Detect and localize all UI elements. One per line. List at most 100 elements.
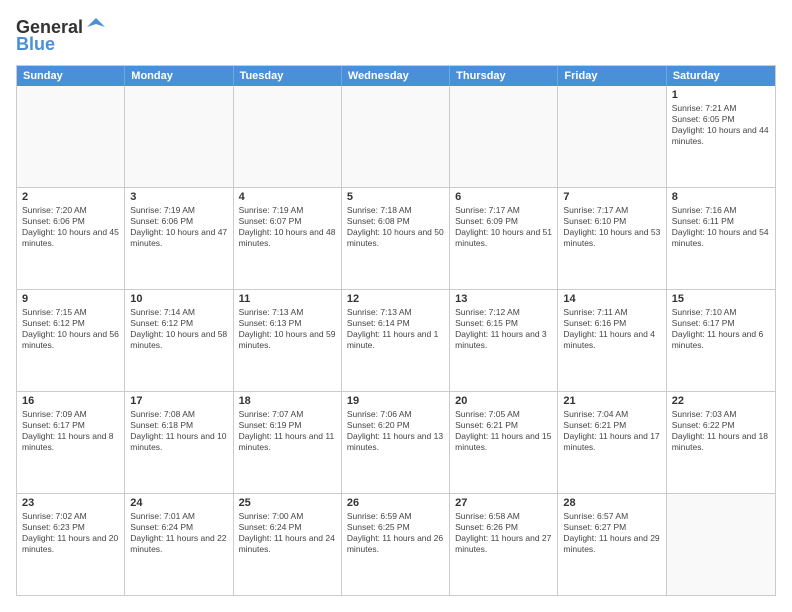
cal-header-friday: Friday <box>558 66 666 86</box>
cal-cell <box>342 86 450 187</box>
cal-cell: 16 Sunrise: 7:09 AM Sunset: 6:17 PM Dayli… <box>17 392 125 493</box>
calendar-header: SundayMondayTuesdayWednesdayThursdayFrid… <box>17 66 775 86</box>
day-info: Sunrise: 6:58 AM Sunset: 6:26 PM Dayligh… <box>455 511 552 555</box>
day-number: 13 <box>455 293 552 305</box>
cal-cell: 5 Sunrise: 7:18 AM Sunset: 6:08 PM Daylig… <box>342 188 450 289</box>
calendar-body: 1 Sunrise: 7:21 AM Sunset: 6:05 PM Daylig… <box>17 86 775 595</box>
day-info: Sunrise: 7:20 AM Sunset: 6:06 PM Dayligh… <box>22 205 119 249</box>
cal-week-3: 16 Sunrise: 7:09 AM Sunset: 6:17 PM Dayli… <box>17 391 775 493</box>
day-number: 7 <box>563 191 660 203</box>
cal-week-0: 1 Sunrise: 7:21 AM Sunset: 6:05 PM Daylig… <box>17 86 775 187</box>
cal-header-thursday: Thursday <box>450 66 558 86</box>
day-info: Sunrise: 7:01 AM Sunset: 6:24 PM Dayligh… <box>130 511 227 555</box>
cal-cell <box>17 86 125 187</box>
day-number: 6 <box>455 191 552 203</box>
day-number: 5 <box>347 191 444 203</box>
day-info: Sunrise: 7:09 AM Sunset: 6:17 PM Dayligh… <box>22 409 119 453</box>
day-info: Sunrise: 7:04 AM Sunset: 6:21 PM Dayligh… <box>563 409 660 453</box>
cal-header-sunday: Sunday <box>17 66 125 86</box>
cal-cell: 2 Sunrise: 7:20 AM Sunset: 6:06 PM Daylig… <box>17 188 125 289</box>
day-info: Sunrise: 7:10 AM Sunset: 6:17 PM Dayligh… <box>672 307 770 351</box>
day-number: 20 <box>455 395 552 407</box>
cal-cell: 6 Sunrise: 7:17 AM Sunset: 6:09 PM Daylig… <box>450 188 558 289</box>
day-number: 24 <box>130 497 227 509</box>
cal-cell: 17Sunrise: 7:08 AM Sunset: 6:18 PM Dayli… <box>125 392 233 493</box>
logo-blue-text: Blue <box>16 34 55 55</box>
day-number: 3 <box>130 191 227 203</box>
day-info: Sunrise: 7:19 AM Sunset: 6:06 PM Dayligh… <box>130 205 227 249</box>
day-number: 2 <box>22 191 119 203</box>
day-number: 11 <box>239 293 336 305</box>
day-info: Sunrise: 6:57 AM Sunset: 6:27 PM Dayligh… <box>563 511 660 555</box>
day-number: 25 <box>239 497 336 509</box>
cal-cell <box>450 86 558 187</box>
day-info: Sunrise: 7:16 AM Sunset: 6:11 PM Dayligh… <box>672 205 770 249</box>
day-number: 16 <box>22 395 119 407</box>
cal-cell: 21 Sunrise: 7:04 AM Sunset: 6:21 PM Dayli… <box>558 392 666 493</box>
cal-header-tuesday: Tuesday <box>234 66 342 86</box>
cal-header-saturday: Saturday <box>667 66 775 86</box>
cal-cell: 12 Sunrise: 7:13 AM Sunset: 6:14 PM Dayli… <box>342 290 450 391</box>
cal-header-wednesday: Wednesday <box>342 66 450 86</box>
cal-cell <box>667 494 775 595</box>
cal-cell: 7Sunrise: 7:17 AM Sunset: 6:10 PM Daylig… <box>558 188 666 289</box>
cal-cell: 20 Sunrise: 7:05 AM Sunset: 6:21 PM Dayli… <box>450 392 558 493</box>
cal-cell: 9Sunrise: 7:15 AM Sunset: 6:12 PM Daylig… <box>17 290 125 391</box>
day-number: 26 <box>347 497 444 509</box>
cal-week-4: 23Sunrise: 7:02 AM Sunset: 6:23 PM Dayli… <box>17 493 775 595</box>
cal-cell: 1 Sunrise: 7:21 AM Sunset: 6:05 PM Daylig… <box>667 86 775 187</box>
day-info: Sunrise: 7:05 AM Sunset: 6:21 PM Dayligh… <box>455 409 552 453</box>
day-info: Sunrise: 7:08 AM Sunset: 6:18 PM Dayligh… <box>130 409 227 453</box>
day-info: Sunrise: 7:06 AM Sunset: 6:20 PM Dayligh… <box>347 409 444 453</box>
calendar: SundayMondayTuesdayWednesdayThursdayFrid… <box>16 65 776 596</box>
day-number: 15 <box>672 293 770 305</box>
cal-cell: 15 Sunrise: 7:10 AM Sunset: 6:17 PM Dayli… <box>667 290 775 391</box>
cal-header-monday: Monday <box>125 66 233 86</box>
day-info: Sunrise: 7:14 AM Sunset: 6:12 PM Dayligh… <box>130 307 227 351</box>
day-info: Sunrise: 7:11 AM Sunset: 6:16 PM Dayligh… <box>563 307 660 351</box>
day-info: Sunrise: 7:07 AM Sunset: 6:19 PM Dayligh… <box>239 409 336 453</box>
day-number: 8 <box>672 191 770 203</box>
cal-cell: 11 Sunrise: 7:13 AM Sunset: 6:13 PM Dayli… <box>234 290 342 391</box>
day-number: 9 <box>22 293 119 305</box>
cal-cell: 14 Sunrise: 7:11 AM Sunset: 6:16 PM Dayli… <box>558 290 666 391</box>
day-info: Sunrise: 7:13 AM Sunset: 6:14 PM Dayligh… <box>347 307 444 351</box>
cal-week-1: 2 Sunrise: 7:20 AM Sunset: 6:06 PM Daylig… <box>17 187 775 289</box>
day-number: 4 <box>239 191 336 203</box>
cal-cell: 13 Sunrise: 7:12 AM Sunset: 6:15 PM Dayli… <box>450 290 558 391</box>
day-number: 1 <box>672 89 770 101</box>
cal-cell <box>234 86 342 187</box>
cal-cell <box>125 86 233 187</box>
day-info: Sunrise: 7:17 AM Sunset: 6:09 PM Dayligh… <box>455 205 552 249</box>
day-number: 21 <box>563 395 660 407</box>
cal-cell: 23Sunrise: 7:02 AM Sunset: 6:23 PM Dayli… <box>17 494 125 595</box>
day-info: Sunrise: 7:13 AM Sunset: 6:13 PM Dayligh… <box>239 307 336 351</box>
cal-cell: 4 Sunrise: 7:19 AM Sunset: 6:07 PM Daylig… <box>234 188 342 289</box>
header: General Blue <box>16 16 776 55</box>
logo: General Blue <box>16 16 107 55</box>
cal-cell: 25Sunrise: 7:00 AM Sunset: 6:24 PM Dayli… <box>234 494 342 595</box>
day-number: 12 <box>347 293 444 305</box>
day-info: Sunrise: 7:18 AM Sunset: 6:08 PM Dayligh… <box>347 205 444 249</box>
cal-cell: 10Sunrise: 7:14 AM Sunset: 6:12 PM Dayli… <box>125 290 233 391</box>
cal-cell: 28Sunrise: 6:57 AM Sunset: 6:27 PM Dayli… <box>558 494 666 595</box>
logo-flag-icon <box>85 16 107 38</box>
cal-cell: 22 Sunrise: 7:03 AM Sunset: 6:22 PM Dayli… <box>667 392 775 493</box>
day-info: Sunrise: 7:21 AM Sunset: 6:05 PM Dayligh… <box>672 103 770 147</box>
day-info: Sunrise: 7:19 AM Sunset: 6:07 PM Dayligh… <box>239 205 336 249</box>
cal-cell: 19Sunrise: 7:06 AM Sunset: 6:20 PM Dayli… <box>342 392 450 493</box>
day-number: 14 <box>563 293 660 305</box>
day-number: 22 <box>672 395 770 407</box>
page: General Blue SundayMondayTuesdayWednesda… <box>0 0 792 612</box>
cal-cell: 18Sunrise: 7:07 AM Sunset: 6:19 PM Dayli… <box>234 392 342 493</box>
day-info: Sunrise: 7:03 AM Sunset: 6:22 PM Dayligh… <box>672 409 770 453</box>
cal-week-2: 9Sunrise: 7:15 AM Sunset: 6:12 PM Daylig… <box>17 289 775 391</box>
cal-cell: 8 Sunrise: 7:16 AM Sunset: 6:11 PM Daylig… <box>667 188 775 289</box>
cal-cell: 27Sunrise: 6:58 AM Sunset: 6:26 PM Dayli… <box>450 494 558 595</box>
day-info: Sunrise: 7:12 AM Sunset: 6:15 PM Dayligh… <box>455 307 552 351</box>
cal-cell: 24 Sunrise: 7:01 AM Sunset: 6:24 PM Dayli… <box>125 494 233 595</box>
cal-cell: 26 Sunrise: 6:59 AM Sunset: 6:25 PM Dayli… <box>342 494 450 595</box>
day-info: Sunrise: 7:02 AM Sunset: 6:23 PM Dayligh… <box>22 511 119 555</box>
day-info: Sunrise: 6:59 AM Sunset: 6:25 PM Dayligh… <box>347 511 444 555</box>
cal-cell: 3 Sunrise: 7:19 AM Sunset: 6:06 PM Daylig… <box>125 188 233 289</box>
